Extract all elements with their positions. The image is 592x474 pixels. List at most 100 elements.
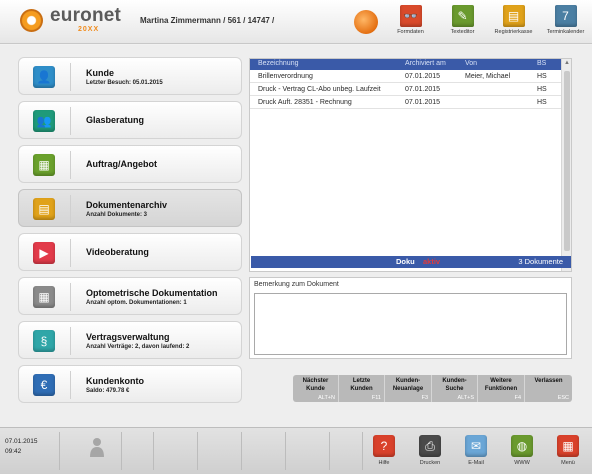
- fkey-shortcut: ALT+S: [457, 395, 474, 401]
- archive-icon: ▤: [33, 198, 55, 220]
- fkey-label: Weitere Funktionen: [484, 378, 518, 392]
- table-scrollbar[interactable]: ▲ ▼: [561, 59, 571, 271]
- help-label: Hilfe: [378, 460, 390, 466]
- nav-kunde[interactable]: 👤 Kunde Letzter Besuch: 05.01.2015: [18, 57, 242, 95]
- www-button[interactable]: ◍ WWW: [502, 433, 542, 473]
- nav-optometrische-dokumentation[interactable]: ▦ Optometrische Dokumentation Anzahl opt…: [18, 277, 242, 315]
- nav-divider: [70, 151, 71, 179]
- fkey-label: Kunden-Suche: [442, 378, 467, 392]
- more-functions-button[interactable]: Weitere Funktionen F4: [478, 375, 525, 402]
- logo-subtitle: 20XX: [78, 26, 100, 33]
- nav-divider: [70, 283, 71, 311]
- cell-bezeichnung: Druck Auft. 28351 - Rechnung: [258, 99, 352, 106]
- menu-button[interactable]: ▦ Menü: [548, 433, 588, 473]
- footer-divider: [329, 432, 330, 470]
- nav-divider: [70, 107, 71, 135]
- orb-icon[interactable]: [354, 10, 378, 34]
- texteditor-button[interactable]: ✎ Texteditor: [440, 3, 485, 43]
- nav-divider: [70, 195, 71, 223]
- nav-divider: [70, 327, 71, 355]
- cash-register-icon: ▤: [502, 5, 525, 27]
- terminkalender-label: Terminkalender: [546, 29, 585, 35]
- formdaten-label: Formdaten: [397, 29, 424, 35]
- remark-textarea[interactable]: [254, 293, 567, 355]
- footer-divider: [285, 432, 286, 470]
- column-header-archiviert-am[interactable]: Archiviert am: [405, 60, 446, 67]
- registrierkasse-button[interactable]: ▤ Registrierkasse: [491, 3, 536, 43]
- scroll-thumb[interactable]: [564, 71, 570, 251]
- terminkalender-button[interactable]: 7 Terminkalender: [543, 3, 588, 43]
- fkey-label: Nächster Kunde: [302, 378, 329, 392]
- footer-date: 07.01.2015: [5, 438, 38, 445]
- video-icon: ▶: [33, 242, 55, 264]
- menu-grid-icon: ▦: [557, 435, 579, 457]
- registrierkasse-label: Registrierkasse: [494, 29, 533, 35]
- fkey-shortcut: F4: [514, 395, 521, 401]
- nav-videoberatung[interactable]: ▶ Videoberatung: [18, 233, 242, 271]
- mail-icon: ✉: [465, 435, 487, 457]
- column-header-von[interactable]: Von: [465, 60, 477, 67]
- customer-search-button[interactable]: Kunden-Suche ALT+S: [432, 375, 478, 402]
- pencil-icon: ✎: [451, 5, 474, 27]
- calendar-icon: 7: [554, 5, 577, 27]
- nav-auftrag-angebot[interactable]: ▦ Auftrag/Angebot: [18, 145, 242, 183]
- glasses-icon: 👓: [399, 5, 422, 27]
- nav-divider: [70, 371, 71, 399]
- cell-von: Meier, Michael: [465, 73, 511, 80]
- table-row[interactable]: Druck Auft. 28351 - Rechnung 07.01.2015 …: [250, 97, 561, 109]
- help-button[interactable]: ? Hilfe: [364, 433, 404, 473]
- fkey-shortcut: F11: [371, 395, 381, 401]
- cell-bs: HS: [537, 86, 547, 93]
- formdaten-button[interactable]: 👓 Formdaten: [388, 3, 433, 43]
- consultation-icon: 👥: [33, 110, 55, 132]
- fkey-label: Verlassen: [534, 378, 563, 384]
- fkey-shortcut: ESC: [557, 395, 569, 401]
- nav-subtitle: Anzahl optom. Dokumentationen: 1: [86, 300, 187, 306]
- cell-bezeichnung: Brillenverordnung: [258, 73, 313, 80]
- nav-title: Vertragsverwaltung: [86, 332, 170, 342]
- table-row[interactable]: Brillenverordnung 07.01.2015 Meier, Mich…: [250, 71, 561, 83]
- user-silhouette-icon[interactable]: [89, 437, 105, 457]
- fkey-label: Letzte Kunden: [350, 378, 373, 392]
- nav-kundenkonto[interactable]: € Kundenkonto Saldo: 479.78 €: [18, 365, 242, 403]
- table-row[interactable]: Druck - Vertrag CL-Abo unbeg. Laufzeit 0…: [250, 84, 561, 96]
- column-header-bezeichnung[interactable]: Bezeichnung: [258, 60, 298, 67]
- status-count: 3 Dokumente: [518, 257, 563, 266]
- document-status-bar: Doku aktiv 3 Dokumente: [251, 256, 571, 268]
- cell-archiviert-am: 07.01.2015: [405, 99, 441, 106]
- nav-subtitle: Anzahl Dokumente: 3: [86, 212, 148, 218]
- nav-dokumentenarchiv[interactable]: ▤ Dokumentenarchiv Anzahl Dokumente: 3: [18, 189, 242, 227]
- remark-panel: Bemerkung zum Dokument: [249, 277, 572, 359]
- nav-divider: [70, 239, 71, 267]
- nav-divider: [70, 63, 71, 91]
- header-bar: euronet 20XX Martina Zimmermann / 561 / …: [0, 0, 592, 44]
- table-header: Bezeichnung Archiviert am Von BS: [250, 59, 561, 70]
- nav-title: Optometrische Dokumentation: [86, 288, 218, 298]
- printer-icon: ⎙: [419, 435, 441, 457]
- new-customer-button[interactable]: Kunden-Neuanlage F3: [385, 375, 432, 402]
- exit-button[interactable]: Verlassen ESC: [525, 375, 572, 402]
- nav-title: Dokumentenarchiv: [86, 200, 168, 210]
- main-area: 👤 Kunde Letzter Besuch: 05.01.2015 👥 Gla…: [0, 45, 592, 427]
- nav-title: Glasberatung: [86, 115, 145, 125]
- fkey-shortcut: F3: [421, 395, 428, 401]
- last-customers-button[interactable]: Letzte Kunden F11: [339, 375, 385, 402]
- nav-vertragsverwaltung[interactable]: § Vertragsverwaltung Anzahl Verträge: 2,…: [18, 321, 242, 359]
- nav-glasberatung[interactable]: 👥 Glasberatung: [18, 101, 242, 139]
- logo-wordmark: euronet: [50, 5, 122, 26]
- nav-title: Kunde: [86, 68, 114, 78]
- cell-archiviert-am: 07.01.2015: [405, 86, 441, 93]
- status-title: Doku: [396, 257, 415, 266]
- menu-label: Menü: [561, 460, 575, 466]
- contract-icon: §: [33, 330, 55, 352]
- email-button[interactable]: ✉ E-Mail: [456, 433, 496, 473]
- column-header-bs[interactable]: BS: [537, 60, 546, 67]
- next-customer-button[interactable]: Nächster Kunde ALT+N: [293, 375, 339, 402]
- fkey-label: Kunden-Neuanlage: [392, 378, 424, 392]
- print-button[interactable]: ⎙ Drucken: [410, 433, 450, 473]
- email-label: E-Mail: [468, 460, 484, 466]
- order-icon: ▦: [33, 154, 55, 176]
- footer-divider: [362, 432, 363, 470]
- scroll-up-icon[interactable]: ▲: [564, 60, 570, 66]
- nav-subtitle: Saldo: 479.78 €: [86, 388, 130, 394]
